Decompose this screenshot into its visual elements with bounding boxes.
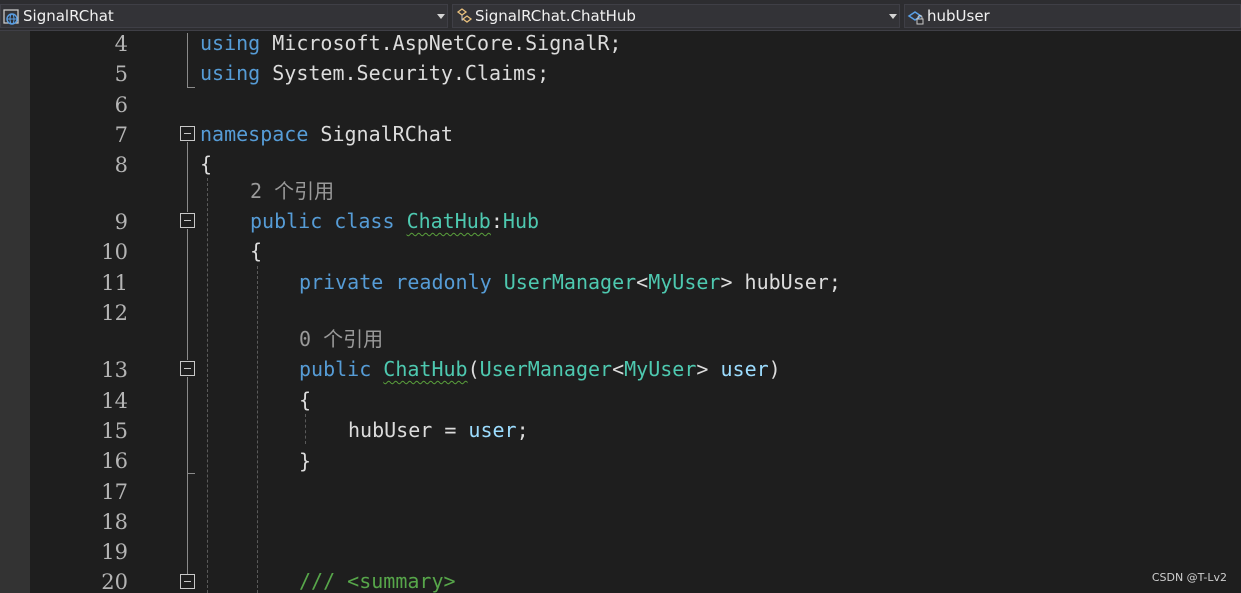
type-name: UserManager xyxy=(479,357,613,381)
keyword: public xyxy=(250,209,323,233)
private-field-icon xyxy=(907,11,924,25)
code-line-11[interactable]: private readonly UserManager<MyUser> hub… xyxy=(299,270,841,294)
line-number: 5 xyxy=(114,62,128,86)
line-number: 6 xyxy=(114,93,128,117)
chevron-down-icon[interactable] xyxy=(889,14,897,19)
code-line-15[interactable]: hubUser = user; xyxy=(348,418,529,442)
code-text: > xyxy=(696,357,709,381)
code-text: ( xyxy=(467,357,480,381)
type-dropdown[interactable]: SignalRChat.ChatHub xyxy=(452,4,900,28)
line-number: 17 xyxy=(101,480,128,504)
code-text: > xyxy=(720,270,733,294)
project-dropdown[interactable]: SignalRChat xyxy=(0,4,448,28)
code-text: ) xyxy=(768,357,781,381)
code-editor[interactable] xyxy=(30,31,1241,593)
line-number: 20 xyxy=(101,570,128,593)
collapse-constructor-button[interactable] xyxy=(180,361,195,376)
code-line-7[interactable]: namespace SignalRChat xyxy=(200,122,453,146)
code-text: Microsoft.AspNetCore.SignalR; xyxy=(260,31,622,55)
code-line-5[interactable]: using System.Security.Claims; xyxy=(200,61,549,85)
constructor-name: ChatHub xyxy=(383,357,468,381)
collapse-class-button[interactable] xyxy=(180,213,195,228)
watermark: CSDN @T-Lv2 xyxy=(1151,571,1227,584)
code-line-4[interactable]: using Microsoft.AspNetCore.SignalR; xyxy=(200,31,621,55)
field-name: hubUser xyxy=(348,418,433,442)
keyword: private xyxy=(299,270,384,294)
indent-guide xyxy=(207,178,208,593)
line-number: 8 xyxy=(114,153,128,177)
code-text: System.Security.Claims; xyxy=(260,61,550,85)
line-number: 4 xyxy=(114,32,128,56)
type-name: MyUser xyxy=(624,357,697,381)
line-number: 15 xyxy=(101,419,128,443)
indicator-margin xyxy=(0,31,30,593)
member-dropdown-label: hubUser xyxy=(927,7,990,25)
keyword: readonly xyxy=(395,270,492,294)
outline-line xyxy=(187,33,188,88)
codelens-references[interactable]: 2 个引用 xyxy=(250,179,334,203)
line-number: 14 xyxy=(101,389,128,413)
keyword: using xyxy=(200,31,261,55)
outline-end xyxy=(187,473,195,474)
code-line-20[interactable]: /// <summary> xyxy=(299,569,456,593)
code-line-14[interactable]: { xyxy=(299,388,311,412)
collapse-namespace-button[interactable] xyxy=(180,126,195,141)
type-name: MyUser xyxy=(648,270,721,294)
navigation-bar: SignalRChat SignalRChat.ChatHub hubUser xyxy=(0,0,1241,31)
code-line-9[interactable]: public class ChatHub:Hub xyxy=(250,209,539,233)
type-dropdown-label: SignalRChat.ChatHub xyxy=(475,7,636,25)
member-dropdown[interactable]: hubUser xyxy=(904,4,1241,28)
code-text: < xyxy=(612,357,625,381)
line-number: 7 xyxy=(114,123,128,147)
line-number: 9 xyxy=(114,210,128,234)
code-line-13[interactable]: public ChatHub(UserManager<MyUser> user) xyxy=(299,357,781,381)
class-icon xyxy=(456,8,473,23)
outline-line xyxy=(187,142,188,212)
keyword: class xyxy=(334,209,395,233)
line-number: 11 xyxy=(101,271,128,295)
outline-end xyxy=(187,87,195,88)
line-number: 18 xyxy=(101,510,128,534)
code-text: < xyxy=(636,270,649,294)
line-number: 16 xyxy=(101,449,128,473)
code-line-8[interactable]: { xyxy=(200,152,212,176)
collapse-summary-button[interactable] xyxy=(180,574,195,589)
csharp-project-icon xyxy=(3,9,19,25)
parameter-name: user xyxy=(468,418,517,442)
codelens-references[interactable]: 0 个引用 xyxy=(299,327,383,351)
type-name: UserManager xyxy=(503,270,637,294)
line-number: 13 xyxy=(101,358,128,382)
chevron-down-icon[interactable] xyxy=(437,14,445,19)
code-text: = xyxy=(432,418,469,442)
indent-guide xyxy=(305,414,306,444)
outline-line xyxy=(187,377,188,473)
project-dropdown-label: SignalRChat xyxy=(23,7,114,25)
code-line-10[interactable]: { xyxy=(250,239,262,263)
code-text: ; xyxy=(516,418,529,442)
type-name: Hub xyxy=(502,209,540,233)
keyword: public xyxy=(299,357,372,381)
outline-line xyxy=(187,474,188,574)
keyword: using xyxy=(200,61,261,85)
code-text: SignalRChat xyxy=(308,122,453,146)
parameter-name: user xyxy=(720,357,769,381)
line-number: 10 xyxy=(101,240,128,264)
outline-line xyxy=(187,229,188,360)
code-text: hubUser; xyxy=(732,270,841,294)
keyword: namespace xyxy=(200,122,309,146)
code-text: : xyxy=(490,209,503,233)
line-number: 19 xyxy=(101,540,128,564)
class-name: ChatHub xyxy=(406,209,491,233)
code-line-16[interactable]: } xyxy=(299,449,311,473)
line-number: 12 xyxy=(101,301,128,325)
indent-guide xyxy=(257,266,258,593)
